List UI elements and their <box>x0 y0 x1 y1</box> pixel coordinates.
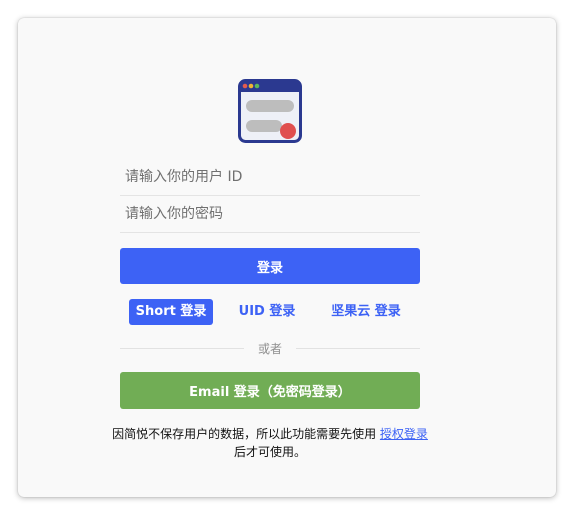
user-id-field[interactable] <box>120 159 420 196</box>
email-login-button[interactable]: Email 登录（免密码登录） <box>120 372 420 409</box>
auth-notice: 因简悦不保存用户的数据，所以此功能需要先使用 授权登录 后才可使用。 <box>110 425 430 461</box>
login-button[interactable]: 登录 <box>120 248 420 284</box>
tab-jianguoyun-login[interactable]: 坚果云 登录 <box>323 299 409 325</box>
tab-short-login[interactable]: Short 登录 <box>129 299 213 325</box>
password-field[interactable] <box>120 196 420 233</box>
divider-line-left <box>120 347 244 349</box>
authorize-login-link[interactable]: 授权登录 <box>380 427 428 441</box>
login-card: 登录 Short 登录 UID 登录 坚果云 登录 或者 Email 登录（免密… <box>18 18 556 497</box>
tab-uid-login[interactable]: UID 登录 <box>232 299 302 325</box>
login-method-tabs: Short 登录 UID 登录 坚果云 登录 <box>18 299 556 325</box>
divider-line-right <box>296 347 421 349</box>
notice-text-after: 后才可使用。 <box>233 445 306 459</box>
divider-text: 或者 <box>258 341 283 356</box>
notice-text-before: 因简悦不保存用户的数据，所以此功能需要先使用 <box>112 427 380 441</box>
user-id-input[interactable] <box>120 159 420 195</box>
password-input[interactable] <box>120 196 420 232</box>
app-window-logo-icon <box>238 79 302 143</box>
or-divider: 或者 <box>120 340 421 356</box>
